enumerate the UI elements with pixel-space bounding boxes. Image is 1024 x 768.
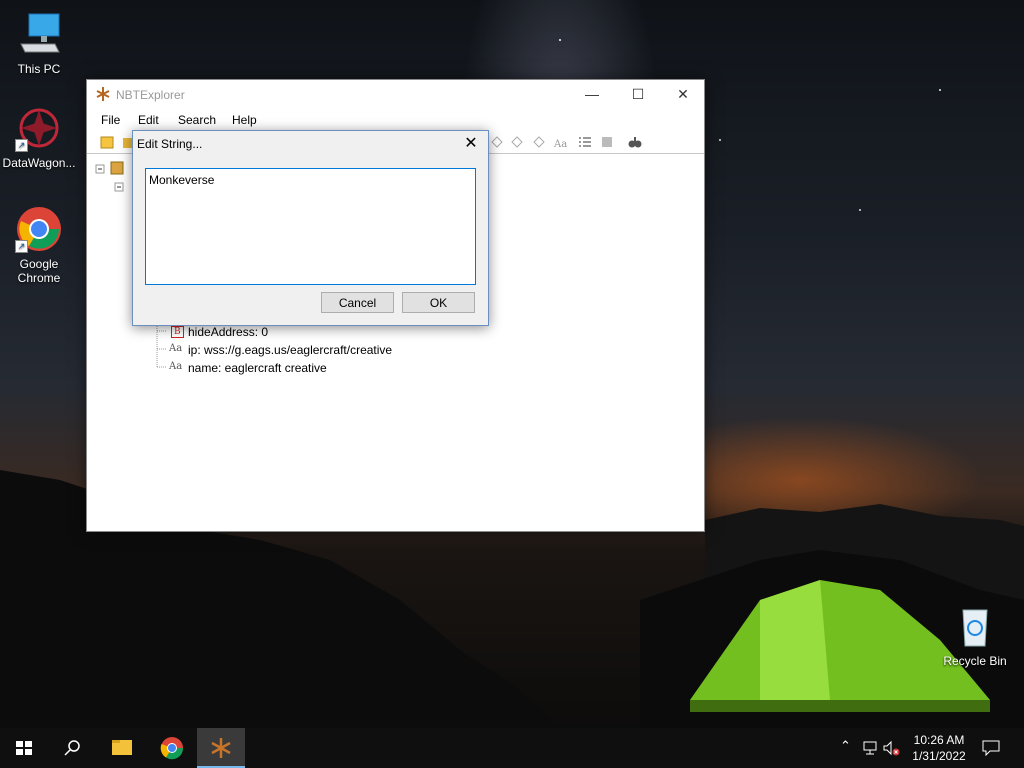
nbtexplorer-app-icon <box>211 738 231 758</box>
tag-byte-icon[interactable] <box>489 134 505 150</box>
window-title: NBTExplorer <box>116 88 185 102</box>
cancel-button[interactable]: Cancel <box>321 292 394 313</box>
clock-time: 10:26 AM <box>913 733 965 747</box>
desktop-icon-label: This PC <box>17 62 61 76</box>
desktop-icon-datawagon[interactable]: ↗ DataWagon... <box>0 104 78 170</box>
tag-int-icon[interactable] <box>531 134 547 150</box>
tag-string-icon[interactable]: Aa <box>553 134 569 150</box>
start-button[interactable] <box>0 728 48 768</box>
menu-help[interactable]: Help <box>232 113 257 127</box>
notifications-icon[interactable] <box>982 740 1000 756</box>
system-tray: ⌃ <box>836 728 902 768</box>
shortcut-arrow-icon: ↗ <box>15 240 28 253</box>
desktop-icon-label: Google Chrome <box>17 257 61 285</box>
clock-date: 1/31/2022 <box>912 749 966 763</box>
maximize-button[interactable]: ☐ <box>615 80 661 108</box>
taskbar-file-explorer[interactable] <box>98 728 146 768</box>
dialog-title: Edit String... <box>137 137 203 151</box>
nbtexplorer-app-icon <box>96 87 110 101</box>
desktop-icon-label: DataWagon... <box>2 156 76 170</box>
taskbar-nbtexplorer[interactable] <box>197 728 245 768</box>
chrome-icon <box>160 737 184 760</box>
string-value-input[interactable]: Monkeverse <box>145 168 476 285</box>
dialog-close-button[interactable]: ✕ <box>454 131 488 157</box>
menu-edit[interactable]: Edit <box>138 113 159 127</box>
menu-file[interactable]: File <box>101 113 120 127</box>
menu-bar: File Edit Search Help <box>87 108 704 130</box>
chevron-up-icon[interactable]: ⌃ <box>840 738 851 754</box>
open-file-icon[interactable] <box>99 134 115 150</box>
edit-string-dialog: Edit String... ✕ Monkeverse Cancel OK <box>132 130 489 326</box>
desktop-icon-recycle-bin[interactable]: Recycle Bin <box>936 602 1014 668</box>
tree-row-label: hideAddress: 0 <box>188 325 269 339</box>
string-tag-icon: Aa <box>169 343 183 354</box>
chrome-icon: ↗ <box>15 205 63 253</box>
folder-icon <box>112 740 132 755</box>
computer-icon <box>15 10 63 58</box>
network-icon[interactable] <box>862 740 878 756</box>
search-button[interactable] <box>48 728 96 768</box>
desktop-icon-google-chrome[interactable]: ↗ Google Chrome <box>0 205 78 285</box>
windows-icon <box>16 741 32 755</box>
tree-row-label: ip: wss://g.eags.us/eaglercraft/creative <box>188 343 393 357</box>
tree-row-label: name: eaglercraft creative <box>188 361 327 375</box>
search-icon <box>64 740 80 756</box>
shortcut-arrow-icon: ↗ <box>15 139 28 152</box>
recycle-bin-icon <box>951 602 999 650</box>
minimize-button[interactable]: — <box>569 80 615 108</box>
string-tag-icon: Aa <box>169 361 183 372</box>
desktop-icon-label: Recycle Bin <box>943 654 1007 668</box>
window-titlebar[interactable]: NBTExplorer — ☐ ✕ <box>87 80 704 108</box>
taskbar: ⌃ 10:26 AM 1/31/2022 <box>0 728 1024 768</box>
ok-button[interactable]: OK <box>402 292 475 313</box>
tag-list-icon[interactable] <box>577 134 593 150</box>
byte-tag-icon: B <box>171 326 184 338</box>
svg-text:Aa: Aa <box>553 139 567 150</box>
find-icon[interactable] <box>627 134 643 150</box>
tag-compound-icon[interactable] <box>599 134 615 150</box>
datawagon-icon: ↗ <box>15 104 63 152</box>
menu-search[interactable]: Search <box>178 113 216 127</box>
desktop-icon-this-pc[interactable]: This PC <box>0 10 78 76</box>
volume-muted-icon[interactable] <box>882 740 900 756</box>
taskbar-clock[interactable]: 10:26 AM 1/31/2022 <box>902 732 976 764</box>
taskbar-chrome[interactable] <box>148 728 196 768</box>
tag-short-icon[interactable] <box>509 134 525 150</box>
close-button[interactable]: ✕ <box>660 80 706 108</box>
